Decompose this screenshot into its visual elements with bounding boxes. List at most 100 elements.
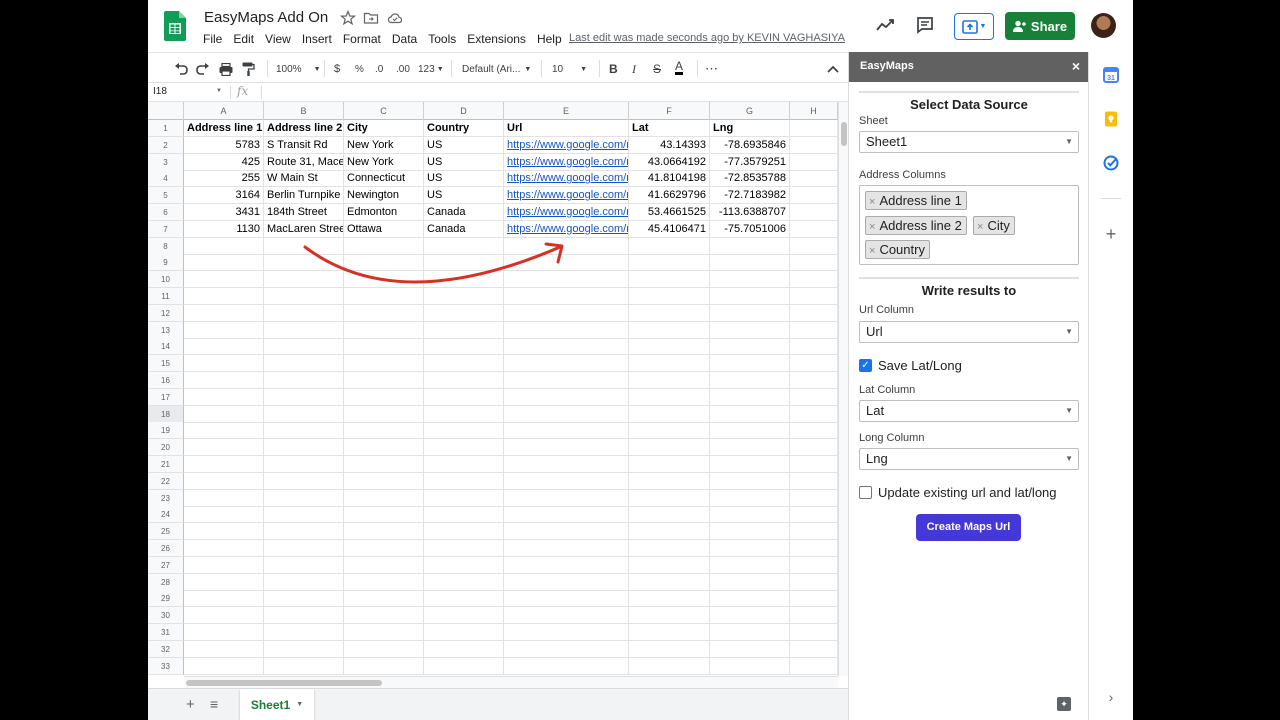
sheet-label: Sheet [859,115,888,127]
text-color-button[interactable]: A [675,59,684,75]
spreadsheet-grid[interactable]: ABCDEFGH 1 Address line 1 Address line 2 Ci… [148,102,838,676]
add-sheet-icon[interactable]: + [186,696,195,713]
document-title[interactable]: EasyMaps Add On [204,9,328,26]
lat-column-select[interactable]: Lat ▼ [859,400,1079,422]
menu-extensions[interactable]: Extensions [467,32,526,48]
vertical-scrollbar[interactable] [838,102,848,676]
italic-button[interactable]: I [632,61,636,77]
more-formats-caret-icon: ▼ [436,65,444,73]
chip-city[interactable]: × City [973,216,1015,235]
chip-country[interactable]: × Country [865,240,930,259]
present-upload-icon [961,19,978,34]
expand-panel-chevron-icon[interactable]: › [1103,689,1119,705]
write-results-heading: Write results to [859,277,1079,298]
star-icon[interactable] [340,10,356,26]
long-column-value: Lng [866,451,888,466]
collapse-menus-icon[interactable] [827,61,839,77]
easymaps-sidebar: EasyMaps × Select Data Source Sheet Shee… [848,52,1089,720]
sheet-select-value: Sheet1 [866,134,908,149]
sheet-tab-sheet1[interactable]: Sheet1 ▼ [240,689,314,720]
sheet-select[interactable]: Sheet1 ▼ [859,131,1079,153]
chevron-down-icon: ▼ [1065,137,1073,146]
undo-icon[interactable] [174,61,188,77]
horizontal-scroll-thumb[interactable] [186,680,382,686]
strikethrough-button[interactable]: S [653,61,661,77]
chip-address-line-2[interactable]: × Address line 2 [865,216,967,235]
font-size-value: 10 [552,63,564,75]
bold-button[interactable]: B [609,61,618,77]
comments-icon[interactable] [914,14,936,36]
sheets-logo-icon[interactable] [164,11,186,41]
activity-trend-icon[interactable] [874,14,896,36]
menu-view[interactable]: View [265,32,291,48]
keep-icon[interactable] [1103,111,1119,127]
lat-column-label: Lat Column [859,384,916,396]
remove-chip-icon[interactable]: × [869,196,875,208]
update-existing-checkbox[interactable] [859,485,872,499]
percent-format-button[interactable]: % [355,61,364,77]
tasks-icon[interactable] [1103,155,1119,171]
menu-tools[interactable]: Tools [428,32,456,48]
last-edit-link[interactable]: Last edit was made seconds ago by KEVIN … [569,32,845,44]
present-button[interactable]: ▼ [954,13,994,40]
address-columns-multiselect[interactable]: × Address line 1 × Address line 2 × City × C… [859,185,1079,265]
all-sheets-menu-icon[interactable]: ≡ [210,696,218,712]
font-size-select[interactable]: 10 ▼ [552,61,587,77]
remove-chip-icon[interactable]: × [869,245,875,257]
share-label: Share [1030,18,1068,34]
paint-format-icon[interactable] [242,61,255,77]
move-folder-icon[interactable] [363,10,379,26]
svg-text:31: 31 [1107,75,1115,82]
remove-chip-icon[interactable]: × [977,221,983,233]
more-formats-button[interactable]: 123 ▼ [418,61,444,77]
font-size-caret-icon: ▼ [580,65,588,73]
print-icon[interactable] [219,61,233,77]
font-select[interactable]: Default (Ari... ▼ [462,61,531,77]
menu-help[interactable]: Help [537,32,562,48]
menu-format[interactable]: Format [343,32,381,48]
sidebar-header: EasyMaps × [849,52,1089,82]
menu-data[interactable]: Data [392,32,417,48]
more-formats-label: 123 [418,63,435,75]
chevron-down-icon: ▼ [1065,327,1073,336]
zoom-select[interactable]: 100% ▼ [276,61,321,77]
explore-icon[interactable]: ✦ [1057,697,1071,711]
menu-edit[interactable]: Edit [233,32,254,48]
chip-label: Address line 2 [879,218,962,233]
chevron-down-icon: ▼ [1065,454,1073,463]
menu-file[interactable]: File [203,32,222,48]
chevron-down-icon: ▼ [979,23,987,30]
url-column-value: Url [866,324,883,339]
menu-bar: File Edit View Insert Format Data Tools … [203,32,573,48]
update-existing-checkbox-row[interactable]: Update existing url and lat/long [859,484,1079,500]
redo-icon[interactable] [196,61,210,77]
long-column-select[interactable]: Lng ▼ [859,448,1079,470]
currency-format-button[interactable]: $ [334,61,340,77]
calendar-icon[interactable]: 31 [1103,67,1119,83]
close-icon[interactable]: × [1072,58,1080,74]
share-button[interactable]: Share [1005,12,1075,40]
name-box[interactable]: I18 ▼ [153,86,225,97]
save-latlong-checkbox[interactable]: ✓ [859,358,872,372]
user-avatar[interactable] [1091,13,1116,38]
url-column-select[interactable]: Url ▼ [859,321,1079,343]
remove-chip-icon[interactable]: × [869,221,875,233]
chip-label: Address line 1 [879,193,962,208]
create-maps-url-button[interactable]: Create Maps Url [916,514,1021,541]
decrease-decimal-button[interactable]: .0 [375,61,383,77]
add-on-plus-icon[interactable]: + [1103,225,1119,243]
cloud-status-icon[interactable] [387,10,403,26]
increase-decimal-button[interactable]: .00 [396,61,410,77]
vertical-scroll-thumb[interactable] [841,122,847,146]
zoom-value: 100% [276,63,302,75]
chip-address-line-1[interactable]: × Address line 1 [865,191,967,210]
chip-label: City [987,218,1010,233]
menu-insert[interactable]: Insert [302,32,332,48]
red-curved-arrow-annotation [303,242,564,284]
horizontal-scrollbar[interactable] [184,676,838,688]
font-caret-icon: ▼ [524,65,532,73]
save-latlong-checkbox-row[interactable]: ✓ Save Lat/Long [859,357,1079,373]
more-options-button[interactable]: ⋯ [705,61,718,77]
lat-column-value: Lat [866,403,885,418]
chevron-down-icon: ▼ [1065,406,1073,415]
